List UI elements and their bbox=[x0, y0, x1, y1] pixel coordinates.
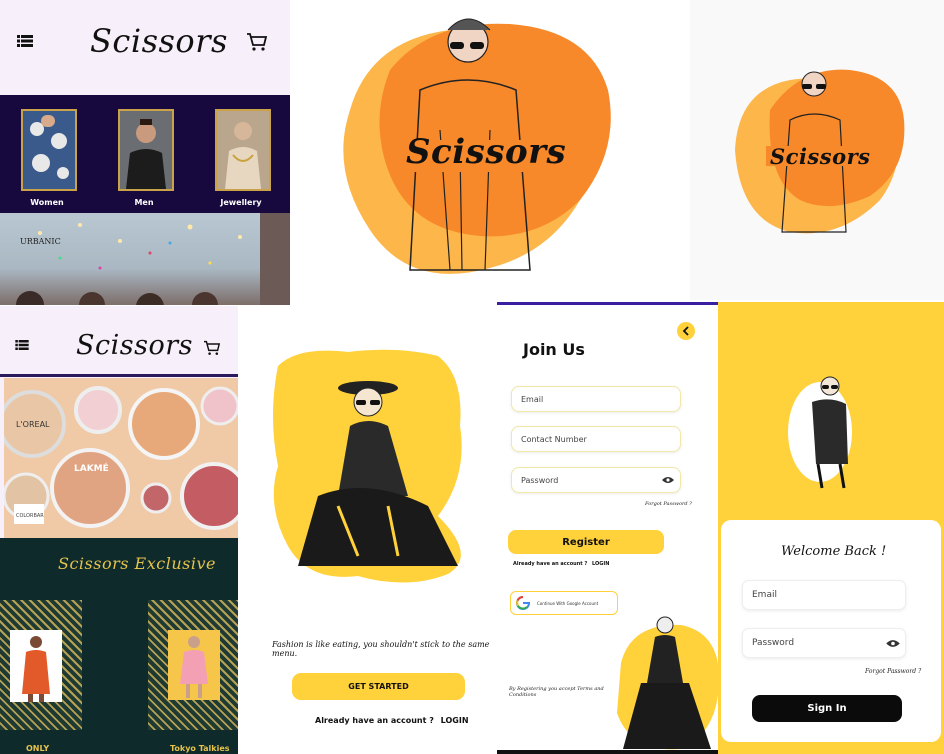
login-password-field[interactable]: Password bbox=[742, 628, 906, 658]
header-divider bbox=[0, 374, 238, 377]
intro-login-row: Already have an account ? LOGIN bbox=[315, 716, 469, 725]
cart-icon[interactable] bbox=[246, 32, 268, 52]
category-card-men[interactable] bbox=[118, 109, 174, 191]
brand-photo-only bbox=[10, 630, 62, 702]
intro-login-prompt: Already have an account ? bbox=[315, 716, 434, 725]
cosmetics-banner[interactable]: L'OREAL LAKMÉ COLORBAR bbox=[4, 378, 238, 538]
category-label-men: Men bbox=[134, 198, 154, 207]
google-signin-label: Continue With Google Account bbox=[537, 600, 599, 606]
brand-label-colorbar: COLORBAR bbox=[16, 513, 44, 519]
register-screen: Join Us Email Contact Number Password Fo… bbox=[497, 302, 718, 754]
login-forgot-password[interactable]: Forgot Password ? bbox=[865, 668, 921, 675]
splash-screen-small: Scissors bbox=[690, 0, 944, 300]
list-icon[interactable] bbox=[16, 32, 34, 50]
contact-number-field[interactable]: Contact Number bbox=[511, 426, 681, 452]
list-icon[interactable] bbox=[14, 339, 30, 351]
register-login-prompt: Already have an account ? bbox=[513, 561, 588, 567]
brand-label-only: ONLY bbox=[26, 744, 50, 753]
login-email-field[interactable]: Email bbox=[742, 580, 906, 610]
intro-tagline: Fashion is like eating, you shouldn't st… bbox=[272, 640, 490, 658]
home-screen-top: Scissors Women Men Jewellery URBANIC bbox=[0, 0, 290, 305]
get-started-button[interactable]: GET STARTED bbox=[292, 673, 465, 700]
email-field[interactable]: Email bbox=[511, 386, 681, 412]
splash-logo: Scissors bbox=[406, 132, 567, 172]
splash-screen-large: Scissors bbox=[290, 0, 690, 303]
register-login-row: Already have an account ? LOGIN bbox=[513, 561, 609, 567]
splash-small-logo: Scissors bbox=[770, 144, 871, 169]
eye-icon[interactable] bbox=[661, 474, 675, 486]
category-strip: Women Men Jewellery bbox=[0, 95, 290, 213]
register-forgot-password[interactable]: Forgot Password ? bbox=[645, 501, 692, 507]
eye-icon[interactable] bbox=[885, 637, 901, 649]
login-illustration bbox=[786, 370, 860, 490]
app-logo: Scissors bbox=[90, 22, 228, 60]
google-icon bbox=[515, 595, 531, 611]
category-card-women[interactable] bbox=[21, 109, 77, 191]
login-card: Welcome Back ! Email Password Forgot Pas… bbox=[721, 520, 941, 742]
brand-label-tokyo-talkies: Tokyo Talkies bbox=[170, 744, 230, 753]
banner-brand-text: URBANIC bbox=[20, 237, 61, 246]
category-label-jewellery: Jewellery bbox=[220, 198, 262, 207]
password-field[interactable]: Password bbox=[511, 467, 681, 493]
register-login-link[interactable]: LOGIN bbox=[592, 561, 609, 567]
register-button[interactable]: Register bbox=[508, 530, 664, 554]
brand-label-lakme: LAKMÉ bbox=[74, 464, 109, 474]
exclusive-section: Scissors Exclusive ONLY Tokyo Talkies bbox=[0, 538, 238, 754]
back-icon[interactable] bbox=[677, 322, 695, 340]
brand-card-only[interactable] bbox=[0, 600, 82, 730]
intro-login-link[interactable]: LOGIN bbox=[441, 716, 469, 725]
login-screen: Welcome Back ! Email Password Forgot Pas… bbox=[718, 302, 944, 754]
promo-banner[interactable]: URBANIC bbox=[0, 213, 290, 305]
home-screen-exclusive: Scissors L'OREAL LAKMÉ COLORBAR Scissors… bbox=[0, 306, 238, 754]
sign-in-button[interactable]: Sign In bbox=[752, 695, 902, 722]
exclusive-title: Scissors Exclusive bbox=[58, 554, 216, 573]
bottom-bar bbox=[497, 750, 718, 754]
welcome-title: Welcome Back ! bbox=[781, 544, 887, 559]
brand-card-tokyo-talkies[interactable] bbox=[148, 600, 238, 730]
app-logo: Scissors bbox=[76, 330, 193, 361]
category-label-women: Women bbox=[30, 198, 64, 207]
register-illustration bbox=[617, 616, 718, 750]
category-card-jewellery[interactable] bbox=[215, 109, 271, 191]
cart-icon[interactable] bbox=[203, 339, 221, 356]
brand-photo-tokyo-talkies bbox=[168, 630, 220, 700]
brand-label-loreal: L'OREAL bbox=[16, 420, 50, 429]
google-signin-button[interactable]: Continue With Google Account bbox=[510, 591, 618, 615]
intro-screen: Fashion is like eating, you shouldn't st… bbox=[238, 306, 497, 754]
register-title: Join Us bbox=[523, 340, 585, 359]
